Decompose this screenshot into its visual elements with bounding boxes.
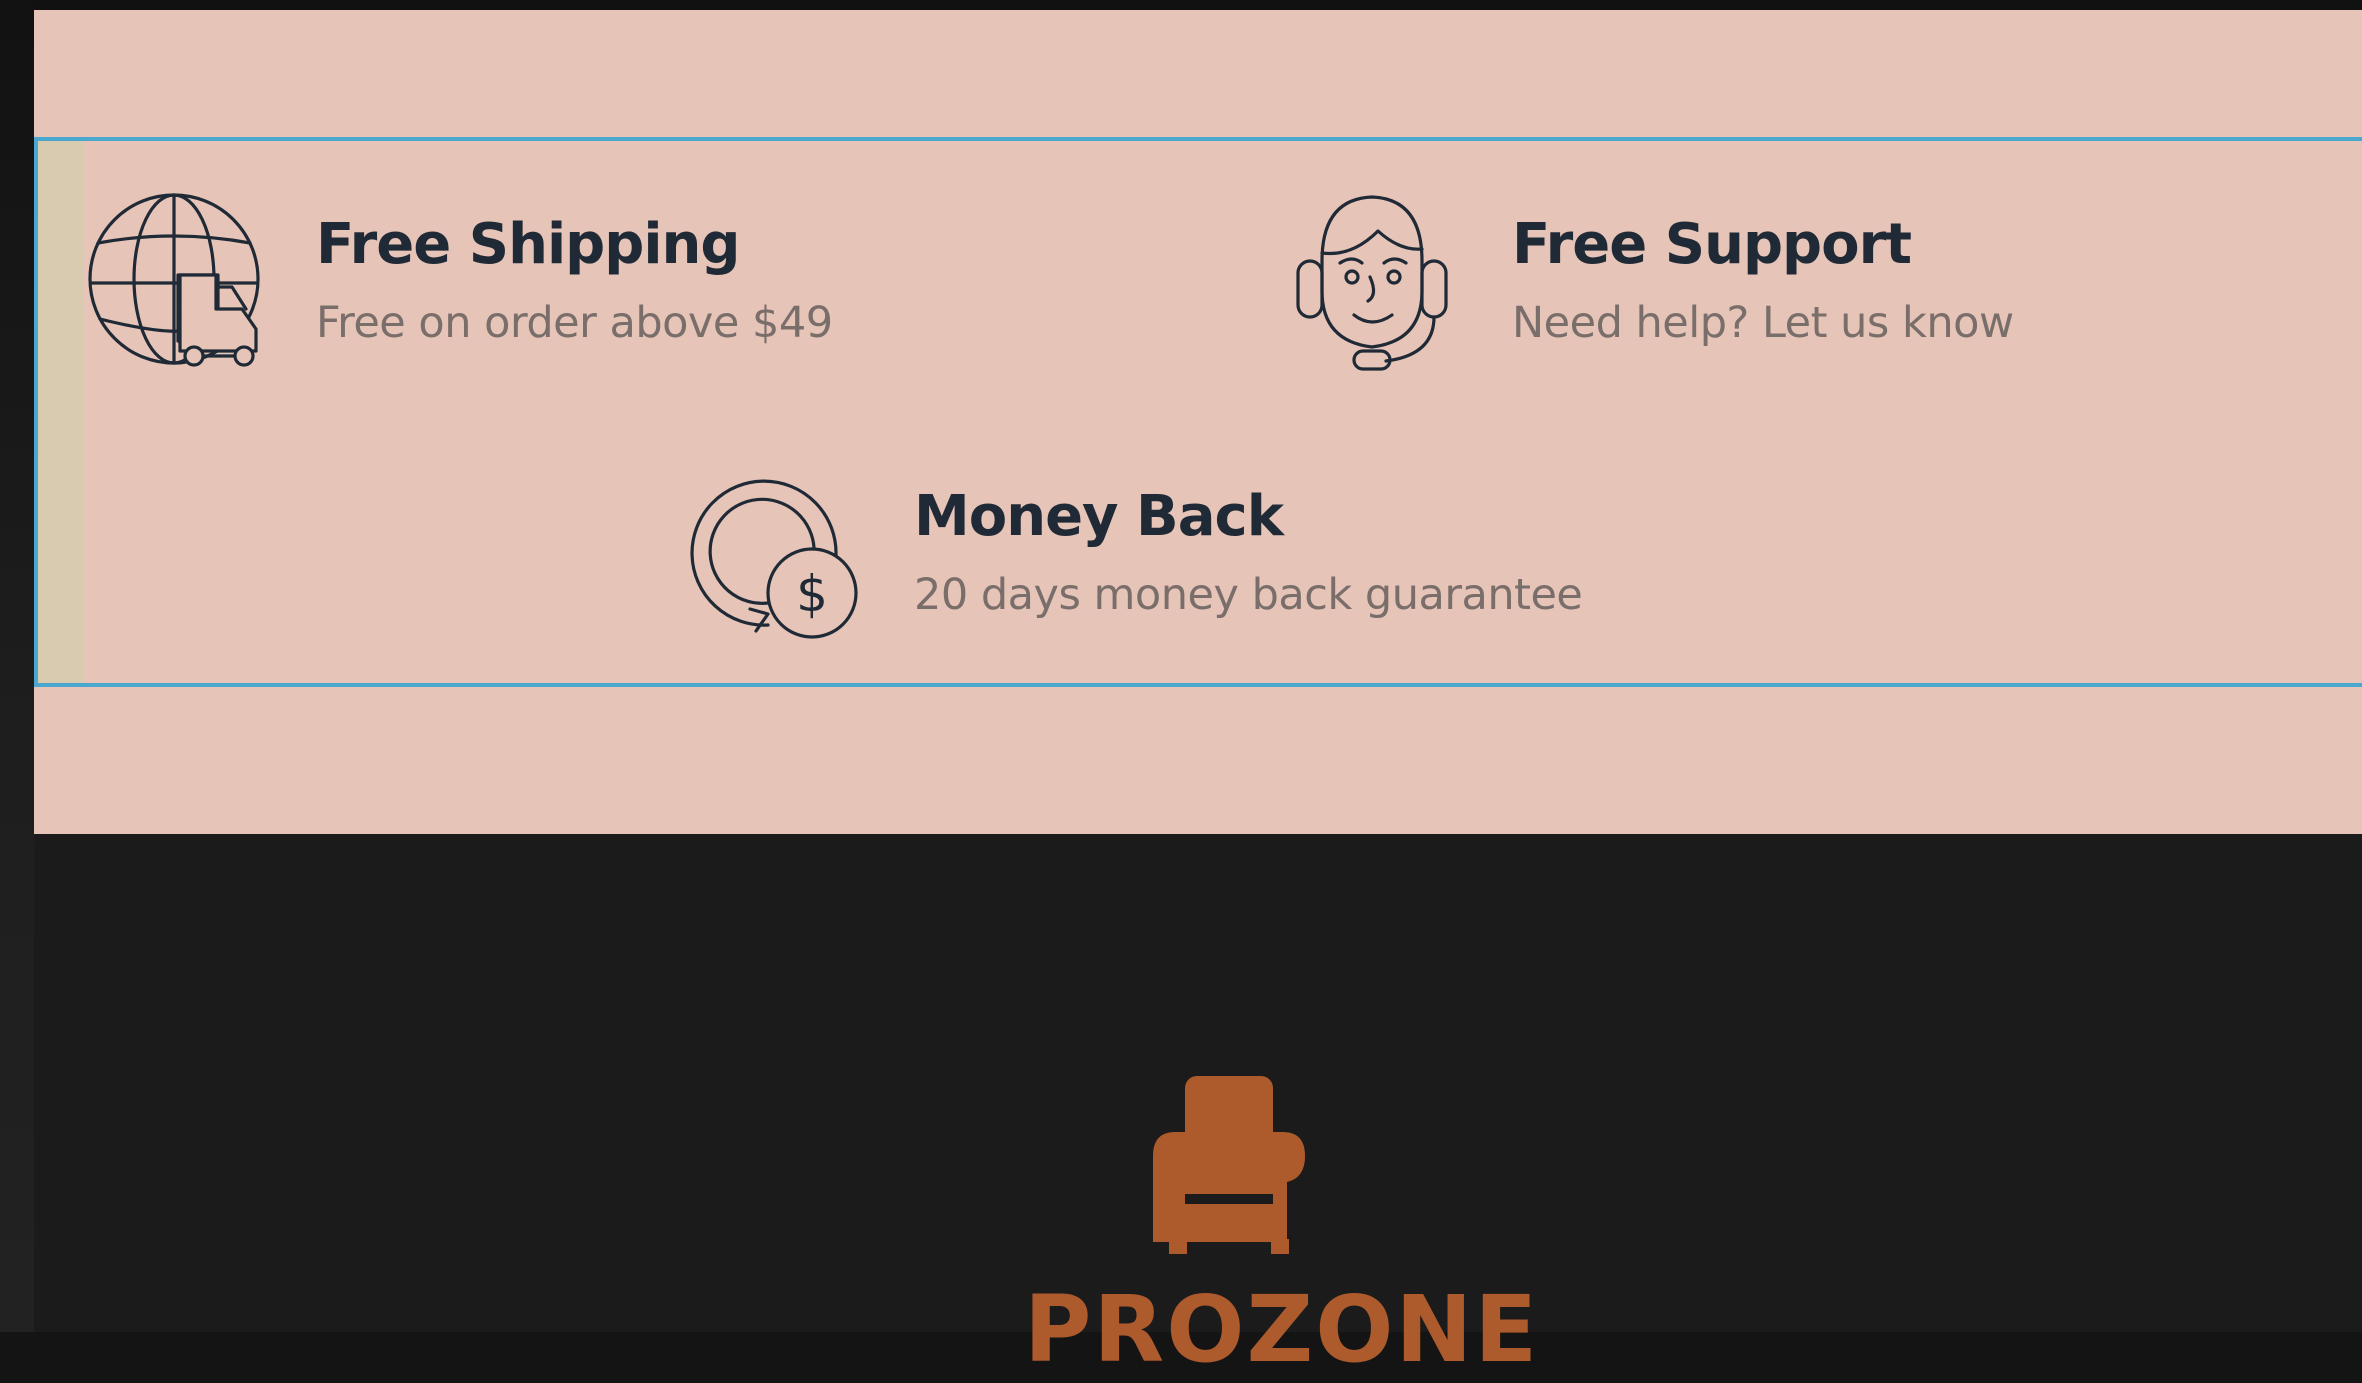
feature-free-support: Free Support Need help? Let us know [1282,191,2014,371]
support-agent-icon [1282,191,1462,371]
site-footer: PROZONE [34,834,2362,1376]
padding-highlight [38,141,84,683]
features-section: Free Shipping Free on order above $49 Fr… [34,10,2362,834]
money-back-icon: $ [684,463,864,643]
feature-money-back: $ Money Back 20 days money back guarante… [684,463,1583,643]
globe-truck-icon [86,191,266,371]
feature-title: Free Shipping [316,212,740,278]
feature-subtitle: Need help? Let us know [1512,297,2014,348]
feature-subtitle: Free on order above $49 [316,297,833,348]
features-container[interactable]: Free Shipping Free on order above $49 Fr… [34,137,2362,687]
feature-subtitle: 20 days money back guarantee [914,569,1583,620]
window-top-edge [0,0,2362,10]
feature-free-shipping: Free Shipping Free on order above $49 [86,191,833,371]
armchair-icon[interactable] [1139,1074,1319,1254]
feature-title: Money Back [914,484,1284,550]
svg-text:$: $ [796,565,828,623]
feature-title: Free Support [1512,212,1912,278]
brand-name[interactable]: PROZONE [1024,1284,1537,1376]
left-gutter [0,0,34,1332]
